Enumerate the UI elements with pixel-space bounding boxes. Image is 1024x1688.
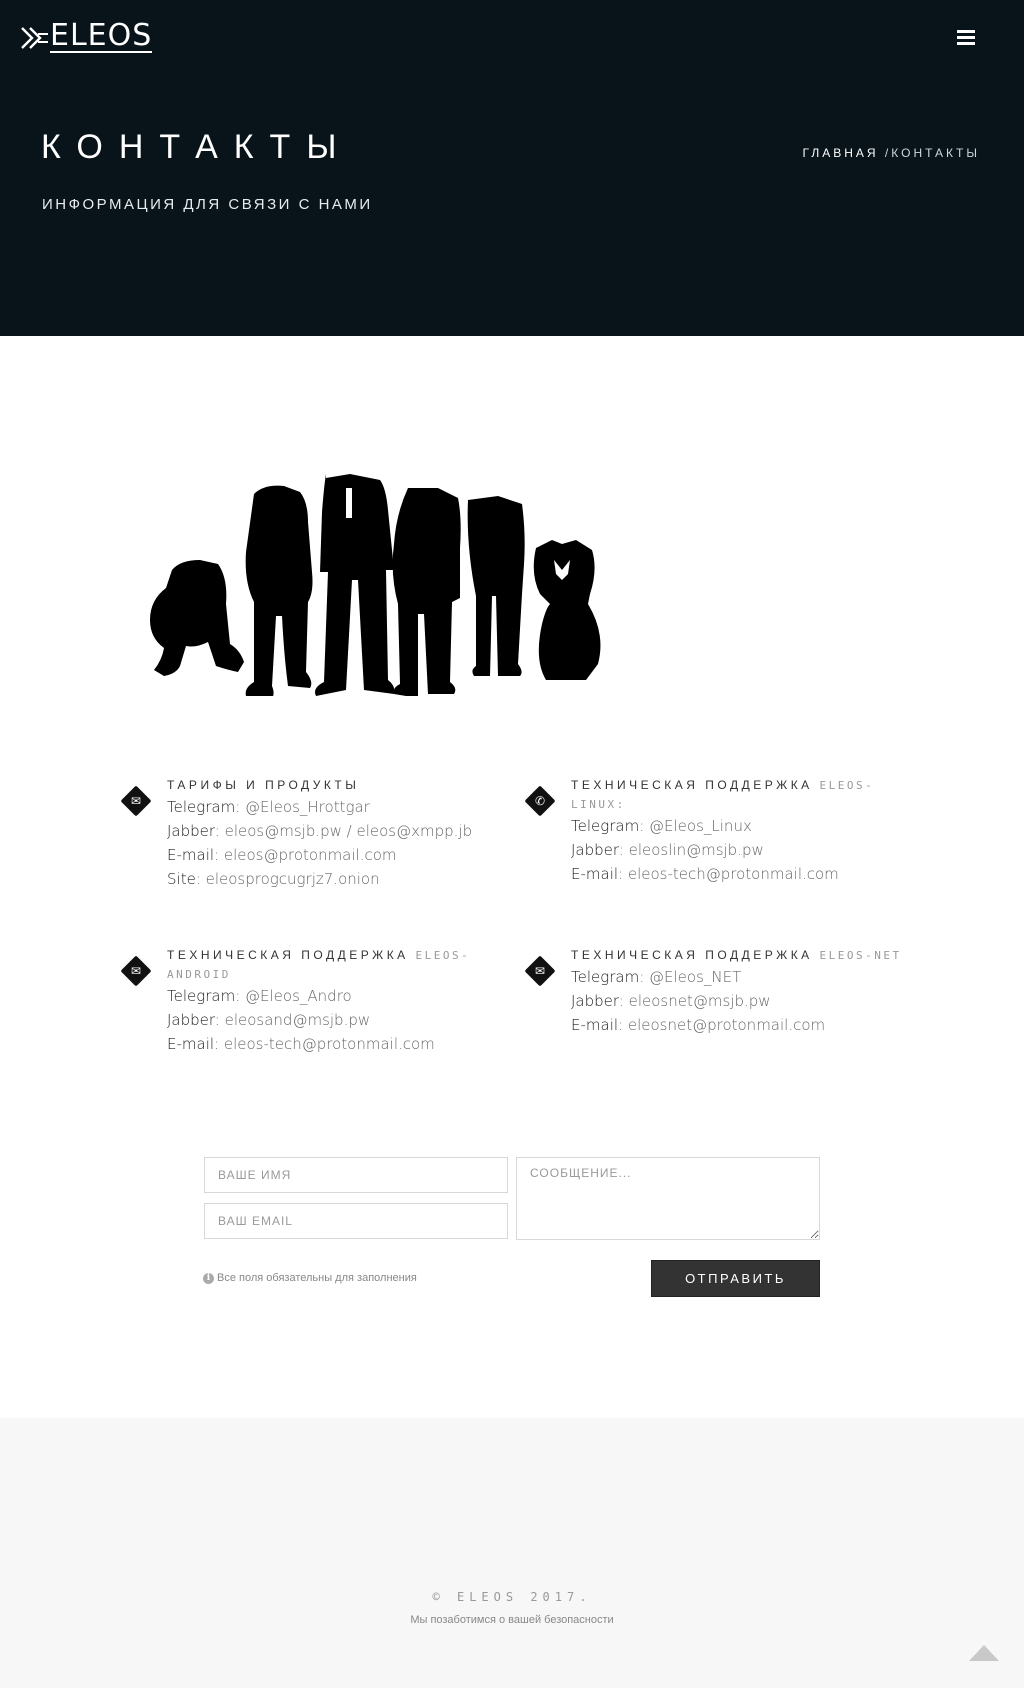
telegram-handle[interactable]: : @Eleos_NET [639,968,741,986]
telegram-handle[interactable]: : @Eleos_Andro [235,987,352,1005]
contact-block-support-linux: ✆ ТЕХНИЧЕСКАЯ ПОДДЕРЖКА ELEOS-LINUX: Tel… [524,776,911,886]
contact-line: Jabber: eleosand@msjb.pw [167,1011,371,1029]
envelope-icon: ✉ [120,955,152,987]
contact-line: E-mail: eleos@protonmail.com [167,846,397,864]
page-footer [0,1418,1024,1688]
contact-block-support-net: ✉ ТЕХНИЧЕСКАЯ ПОДДЕРЖКА ELEOS-NET Telegr… [524,946,911,1037]
contact-block-tariffs: ✉ ТАРИФЫ И ПРОДУКТЫ Telegram: @Eleos_Hro… [120,776,507,891]
breadcrumb: ГЛАВНАЯ /КОНТАКТЫ [803,146,980,160]
contact-heading: ТЕХНИЧЕСКАЯ ПОДДЕРЖКА ELEOS-LINUX: [571,778,875,811]
jabber-address[interactable]: : eleos@msjb.pw / eleos@xmpp.jb [215,822,472,840]
telegram-handle[interactable]: : @Eleos_Linux [639,817,752,835]
hamburger-icon-bar [957,36,975,39]
site-address[interactable]: : eleosprogcugrjz7.onion [196,870,380,888]
phone-icon: ✆ [524,785,556,817]
contact-line: Jabber: eleoslin@msjb.pw [571,841,764,859]
scroll-to-top-icon[interactable] [968,1644,1000,1662]
contact-line: Jabber: eleosnet@msjb.pw [571,992,771,1010]
message-textarea[interactable] [516,1157,820,1240]
required-fields-note-text: Все поля обязательны для заполнения [217,1272,417,1284]
email-address[interactable]: : eleos@protonmail.com [214,846,396,864]
logo-text: ELEOS [50,18,153,53]
logo-mark-icon [21,26,48,49]
page-subtitle: ИНФОРМАЦИЯ ДЛЯ СВЯЗИ С НАМИ [42,196,373,213]
email-address[interactable]: : eleos-tech@protonmail.com [618,865,839,883]
contact-line: E-mail: eleos-tech@protonmail.com [167,1035,435,1053]
footer-tagline: Мы позаботимся о вашей безопасности [410,1614,614,1626]
page-header: ELEOS КОНТАКТЫ ИНФОРМАЦИЯ ДЛЯ СВЯЗИ С НА… [0,0,1024,336]
page-title: КОНТАКТЫ [41,128,353,166]
envelope-icon: ✉ [120,785,152,817]
team-silhouette-image [150,474,601,696]
info-icon: i [203,1272,214,1284]
breadcrumb-current: КОНТАКТЫ [891,146,980,160]
contact-line: Site: eleosprogcugrjz7.onion [167,870,380,888]
contact-line: Telegram: @Eleos_Linux [571,817,752,835]
contact-line: E-mail: eleos-tech@protonmail.com [571,865,839,883]
required-fields-note: i Все поля обязательны для заполнения [203,1272,417,1284]
copyright: © ELEOS 2017. [432,1590,592,1604]
contact-heading: ТЕХНИЧЕСКАЯ ПОДДЕРЖКА ELEOS-NET [571,948,902,962]
telegram-handle[interactable]: : @Eleos_Hrottgar [235,798,370,816]
contact-line: Jabber: eleos@msjb.pw / eleos@xmpp.jb [167,822,473,840]
breadcrumb-home-link[interactable]: ГЛАВНАЯ [803,146,879,160]
envelope-icon: ✉ [524,955,556,987]
jabber-address[interactable]: : eleosnet@msjb.pw [619,992,771,1010]
contact-heading: ТЕХНИЧЕСКАЯ ПОДДЕРЖКА ELEOS-ANDROID [167,948,471,981]
breadcrumb-separator: / [878,146,892,160]
contact-heading: ТАРИФЫ И ПРОДУКТЫ [167,778,360,792]
contact-line: Telegram: @Eleos_Hrottgar [167,798,370,816]
hamburger-icon-bar [957,42,975,45]
contact-block-support-android: ✉ ТЕХНИЧЕСКАЯ ПОДДЕРЖКА ELEOS-ANDROID Te… [120,946,507,1056]
jabber-address[interactable]: : eleoslin@msjb.pw [619,841,764,859]
submit-button[interactable]: ОТПРАВИТЬ [651,1260,820,1297]
jabber-address[interactable]: : eleosand@msjb.pw [215,1011,370,1029]
hamburger-icon [957,30,975,33]
contact-line: Telegram: @Eleos_Andro [167,987,352,1005]
logo[interactable]: ELEOS [20,18,153,53]
name-input[interactable] [204,1157,508,1193]
email-address[interactable]: : eleosnet@protonmail.com [618,1016,825,1034]
email-input[interactable] [204,1203,508,1239]
contact-line: E-mail: eleosnet@protonmail.com [571,1016,826,1034]
email-address[interactable]: : eleos-tech@protonmail.com [214,1035,435,1053]
contact-line: Telegram: @Eleos_NET [571,968,742,986]
hamburger-menu-button[interactable] [955,28,977,48]
